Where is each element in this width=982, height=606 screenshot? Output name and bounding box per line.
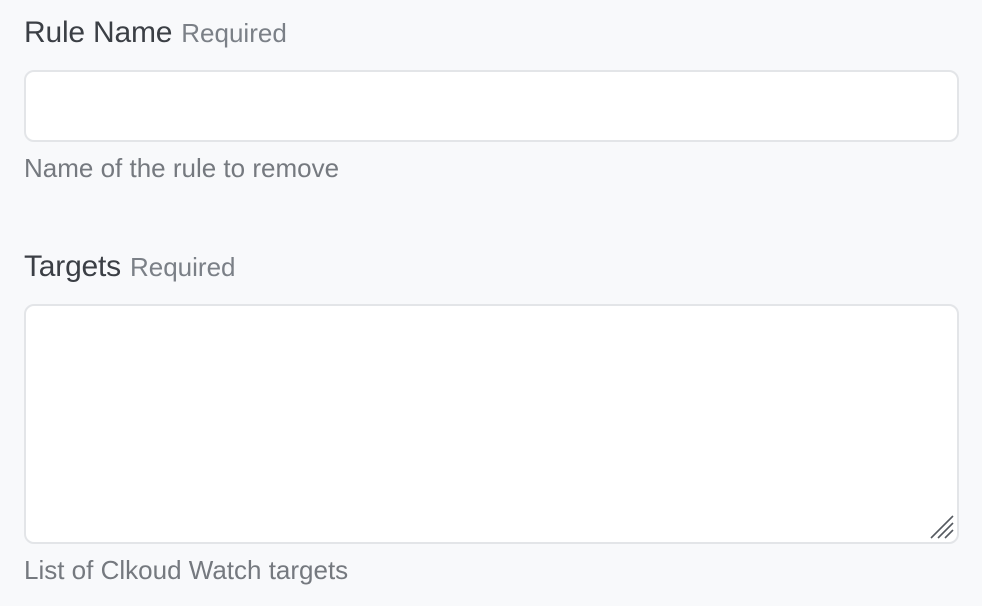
rule-name-label-row: Rule Name Required — [24, 16, 959, 54]
rule-name-input[interactable] — [24, 70, 959, 142]
targets-field: Targets Required List of Clkoud Watch ta… — [24, 250, 959, 586]
targets-label: Targets — [24, 250, 121, 283]
targets-label-row: Targets Required — [24, 250, 959, 288]
targets-textarea-wrapper — [24, 304, 959, 544]
targets-textarea[interactable] — [24, 304, 959, 544]
rule-form: Rule Name Required Name of the rule to r… — [0, 0, 982, 606]
resize-grip-icon[interactable] — [929, 514, 955, 540]
rule-name-field: Rule Name Required Name of the rule to r… — [24, 16, 959, 184]
rule-name-required-indicator: Required — [181, 18, 287, 48]
rule-name-help-text: Name of the rule to remove — [24, 153, 340, 183]
targets-required-indicator: Required — [129, 252, 236, 282]
rule-name-label: Rule Name — [24, 16, 173, 49]
targets-help-text: List of Clkoud Watch targets — [24, 555, 349, 585]
